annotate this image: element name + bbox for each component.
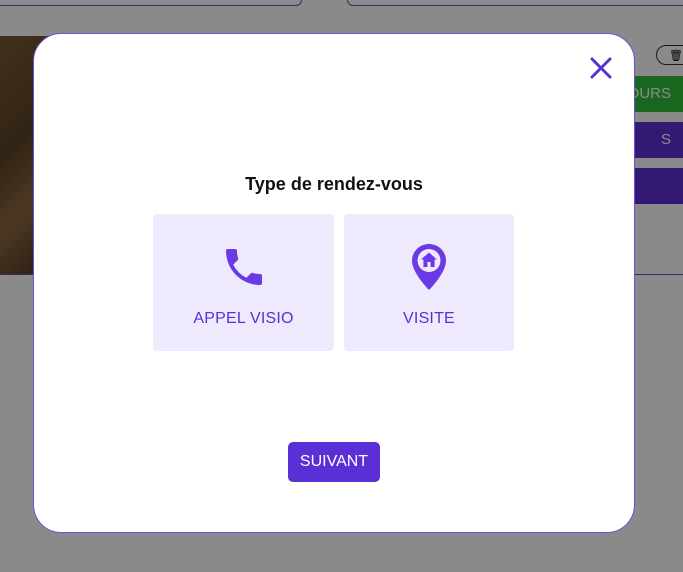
appointment-type-options: APPEL VISIO VISITE [153, 214, 514, 351]
option-label: VISITE [403, 310, 455, 327]
option-video-call[interactable]: APPEL VISIO [153, 214, 334, 351]
modal-title: Type de rendez-vous [245, 174, 423, 194]
option-visit[interactable]: VISITE [344, 214, 514, 351]
location-home-pin-icon [409, 242, 449, 292]
phone-icon [220, 242, 268, 292]
close-icon[interactable] [587, 54, 615, 82]
option-label: APPEL VISIO [193, 310, 294, 327]
next-button[interactable]: SUIVANT [288, 442, 380, 482]
appointment-type-modal: Type de rendez-vous APPEL VISIO VISITE S… [33, 33, 635, 533]
